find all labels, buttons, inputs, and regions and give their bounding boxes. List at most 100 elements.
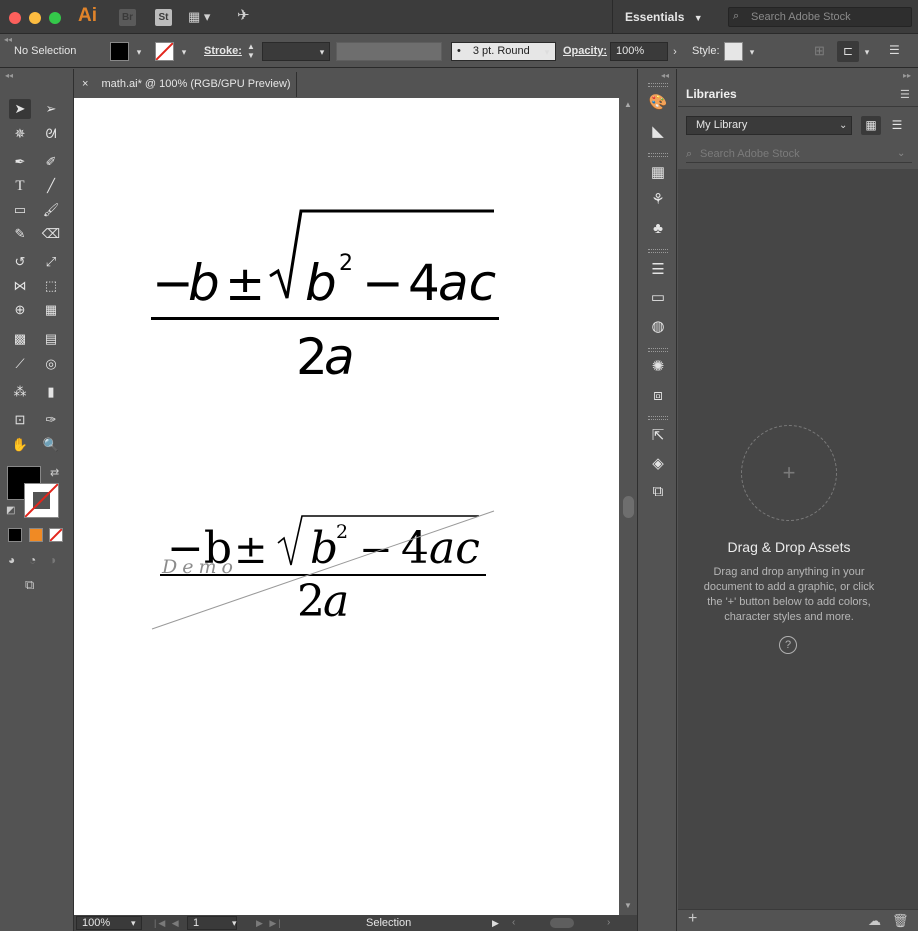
vertical-scrollbar[interactable]: ▲ ▼ — [621, 98, 635, 915]
mesh-tool-icon[interactable]: ▩ — [9, 329, 31, 349]
pen-tool-icon[interactable]: ✒ — [9, 152, 31, 172]
library-selector[interactable]: My Library — [686, 116, 852, 135]
fill-dropdown[interactable]: ▾ — [133, 43, 145, 61]
direct-selection-tool-icon[interactable]: ➢ — [40, 99, 62, 119]
scale-tool-icon[interactable]: ⤢ — [40, 252, 62, 272]
graphic-style-swatch[interactable] — [724, 42, 743, 61]
appearance-icon[interactable]: ✺ — [648, 357, 668, 377]
isolate-dropdown[interactable]: ▾ — [861, 43, 873, 61]
lasso-tool-icon[interactable]: ᘛ — [40, 124, 62, 144]
collapse-icon[interactable]: ◂◂ — [4, 35, 12, 44]
panel-grip[interactable] — [648, 348, 668, 352]
graphic-styles-icon[interactable]: ⧈ — [648, 386, 668, 406]
collapse-libraries-icon[interactable]: ▸▸ — [903, 71, 911, 80]
library-search-input[interactable]: Search Adobe Stock — [686, 146, 912, 163]
width-tool-icon[interactable]: ⋈ — [9, 276, 31, 296]
rectangle-tool-icon[interactable]: ▭ — [9, 200, 31, 220]
brushes-icon[interactable]: ⚘ — [648, 190, 668, 210]
layers-icon[interactable]: ◈ — [648, 454, 668, 474]
workspace-switcher[interactable]: Essentials ▼ — [612, 0, 715, 34]
eyedropper-tool-icon[interactable]: ⟋ — [9, 354, 31, 374]
zoom-window-button[interactable] — [49, 12, 61, 24]
shape-builder-tool-icon[interactable]: ⊕ — [9, 300, 31, 320]
scroll-up-icon[interactable]: ▲ — [624, 100, 632, 109]
selection-tool-icon[interactable]: ➤ — [9, 99, 31, 119]
slice-tool-icon[interactable]: ✑ — [40, 410, 62, 430]
page-dropdown-icon[interactable]: ▾ — [232, 915, 237, 931]
grid-view-icon[interactable]: ▦ — [861, 116, 881, 135]
help-icon[interactable]: ? — [779, 636, 797, 654]
panel-menu-icon[interactable]: ☰ — [900, 88, 910, 101]
hand-tool-icon[interactable]: ✋ — [9, 435, 31, 455]
export-icon[interactable]: ⇱ — [648, 426, 668, 446]
swatches-icon[interactable]: ▦ — [648, 163, 668, 183]
draw-behind-icon[interactable]: ◔ — [29, 553, 36, 567]
stroke-dropdown[interactable]: ▾ — [178, 43, 190, 61]
gradient-mode-icon[interactable] — [29, 528, 43, 542]
collapse-strip-icon[interactable]: ◂◂ — [661, 71, 669, 80]
scroll-down-icon[interactable]: ▼ — [624, 901, 632, 910]
libraries-tab[interactable]: Libraries — [678, 82, 738, 106]
stroke-swatch[interactable] — [155, 42, 174, 61]
zoom-tool-icon[interactable]: 🔍 — [40, 435, 62, 455]
fill-swatch[interactable] — [110, 42, 129, 61]
page-field[interactable]: 1 — [187, 916, 237, 930]
none-mode-icon[interactable] — [49, 528, 63, 542]
opacity-label[interactable]: Opacity: — [563, 45, 607, 57]
brush-dropdown[interactable]: ▾ — [541, 43, 553, 61]
first-page-icon[interactable]: |◀ ◀ — [154, 915, 181, 931]
screen-mode-icon[interactable]: ⧉ — [25, 577, 34, 593]
column-graph-tool-icon[interactable]: ▮ — [40, 382, 62, 402]
last-page-icon[interactable]: ▶ ▶| — [256, 915, 283, 931]
stroke-color-box[interactable] — [24, 483, 59, 518]
stroke-panel-icon[interactable]: ☰ — [648, 260, 668, 280]
curvature-tool-icon[interactable]: ✐ — [40, 152, 62, 172]
draw-normal-icon[interactable]: ◕ — [8, 553, 15, 567]
align-icon[interactable]: ⊞ — [814, 43, 825, 59]
trash-icon[interactable]: 🗑 — [892, 913, 909, 929]
add-content-button[interactable]: + — [688, 910, 697, 928]
color-icon[interactable]: ◣ — [648, 122, 668, 142]
collapse-toolbar-icon[interactable]: ◂◂ — [5, 71, 13, 80]
draw-inside-icon[interactable]: ◑ — [49, 553, 56, 567]
opacity-arrow-icon[interactable]: › — [669, 43, 681, 61]
bridge-button[interactable]: Br — [119, 9, 136, 26]
list-view-icon[interactable]: ☰ — [887, 116, 907, 135]
panel-grip[interactable] — [648, 249, 668, 253]
color-mode-icon[interactable] — [8, 528, 22, 542]
stroke-weight-stepper[interactable]: ▲ ▼ — [247, 42, 259, 61]
type-tool-icon[interactable]: T — [9, 176, 31, 196]
panel-grip[interactable] — [648, 153, 668, 157]
panel-grip[interactable] — [648, 416, 668, 420]
rotate-tool-icon[interactable]: ↺ — [9, 252, 31, 272]
creative-cloud-icon[interactable]: ☁ — [868, 913, 881, 929]
swap-fill-stroke-icon[interactable]: ⇄ — [50, 466, 59, 479]
scroll-left-icon[interactable]: ‹ — [512, 915, 515, 931]
minimize-window-button[interactable] — [29, 12, 41, 24]
free-transform-tool-icon[interactable]: ⬚ — [40, 276, 62, 296]
perspective-grid-tool-icon[interactable]: ▦ — [40, 300, 62, 320]
close-window-button[interactable] — [9, 12, 21, 24]
blend-tool-icon[interactable]: ◎ — [40, 354, 62, 374]
close-tab-icon[interactable]: × — [82, 78, 88, 90]
document-tab[interactable]: × math.ai* @ 100% (RGB/GPU Preview) — [74, 72, 297, 97]
color-guide-icon[interactable]: 🎨 — [648, 93, 668, 113]
horizontal-scroll-thumb[interactable] — [550, 918, 574, 928]
formula-top[interactable]: − b ± b 2 − 4 ac 2 a −b ± b 2 − 4 ac 2 a — [74, 98, 619, 638]
isolate-icon[interactable]: ⊏ — [837, 41, 859, 62]
status-menu-icon[interactable]: ▶ — [492, 915, 499, 931]
layout-grid-icon[interactable]: ▦ ▾ — [188, 9, 216, 25]
stroke-weight-dropdown[interactable]: ▾ — [316, 43, 328, 61]
panel-menu-icon[interactable]: ☰ — [889, 43, 900, 57]
gradient-tool-icon[interactable]: ▤ — [40, 329, 62, 349]
stroke-label[interactable]: Stroke: — [204, 45, 242, 57]
rocket-icon[interactable]: ✈ — [237, 6, 257, 26]
style-dropdown[interactable]: ▾ — [746, 43, 758, 61]
symbol-sprayer-tool-icon[interactable]: ⁂ — [9, 382, 31, 402]
paintbrush-tool-icon[interactable]: 🖌 — [40, 200, 62, 220]
magic-wand-tool-icon[interactable]: ✵ — [9, 124, 31, 144]
stock-button[interactable]: St — [155, 9, 172, 26]
search-dropdown-icon[interactable]: ⌄ — [897, 148, 905, 159]
opacity-field[interactable]: 100% — [610, 42, 668, 61]
artboards-icon[interactable]: ⧉ — [648, 482, 668, 502]
